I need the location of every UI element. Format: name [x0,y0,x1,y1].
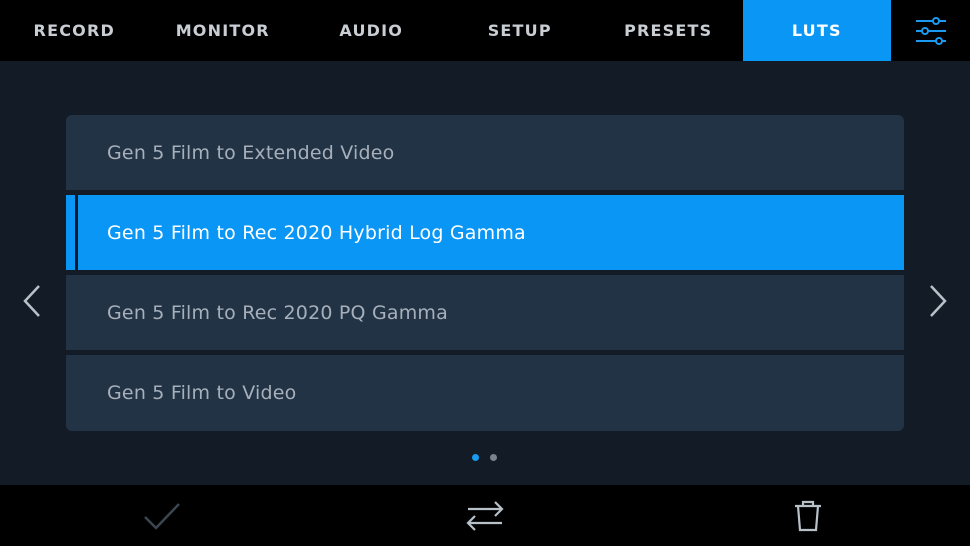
tab-record[interactable]: RECORD [0,0,149,61]
lut-item-selected[interactable]: Gen 5 Film to Rec 2020 Hybrid Log Gamma [66,195,904,270]
bottom-toolbar [0,485,970,546]
sliders-menu-button[interactable] [891,0,970,61]
lut-item[interactable]: Gen 5 Film to Video [66,355,904,431]
chevron-right-icon [930,285,947,317]
previous-page-button[interactable] [17,283,47,319]
selected-marker [75,195,78,270]
tab-monitor[interactable]: MONITOR [149,0,298,61]
top-tab-bar: RECORD MONITOR AUDIO SETUP PRESETS LUTS [0,0,970,61]
chevron-left-icon [23,285,40,317]
lut-content-area: Gen 5 Film to Extended Video Gen 5 Film … [0,61,970,485]
swap-arrows-icon [466,500,504,531]
lut-item[interactable]: Gen 5 Film to Rec 2020 PQ Gamma [66,275,904,350]
next-page-button[interactable] [923,283,953,319]
trash-icon [795,500,821,531]
lut-item-label: Gen 5 Film to Extended Video [107,141,395,164]
lut-item-label: Gen 5 Film to Video [107,382,297,404]
apply-button[interactable] [132,485,192,546]
page-indicator [472,454,497,461]
tab-setup[interactable]: SETUP [446,0,595,61]
sliders-icon [915,16,946,45]
page-dot-2[interactable] [490,454,497,461]
luts-screen: RECORD MONITOR AUDIO SETUP PRESETS LUTS [0,0,970,546]
checkmark-icon [144,502,180,530]
lut-item-label: Gen 5 Film to Rec 2020 PQ Gamma [107,301,448,324]
tab-audio[interactable]: AUDIO [297,0,446,61]
lut-item[interactable]: Gen 5 Film to Extended Video [66,115,904,190]
page-dot-1[interactable] [472,454,479,461]
lut-item-label: Gen 5 Film to Rec 2020 Hybrid Log Gamma [107,221,526,244]
tab-presets[interactable]: PRESETS [594,0,743,61]
import-export-button[interactable] [455,485,515,546]
delete-button[interactable] [778,485,838,546]
lut-list: Gen 5 Film to Extended Video Gen 5 Film … [66,115,904,431]
tab-luts[interactable]: LUTS [742,0,891,61]
